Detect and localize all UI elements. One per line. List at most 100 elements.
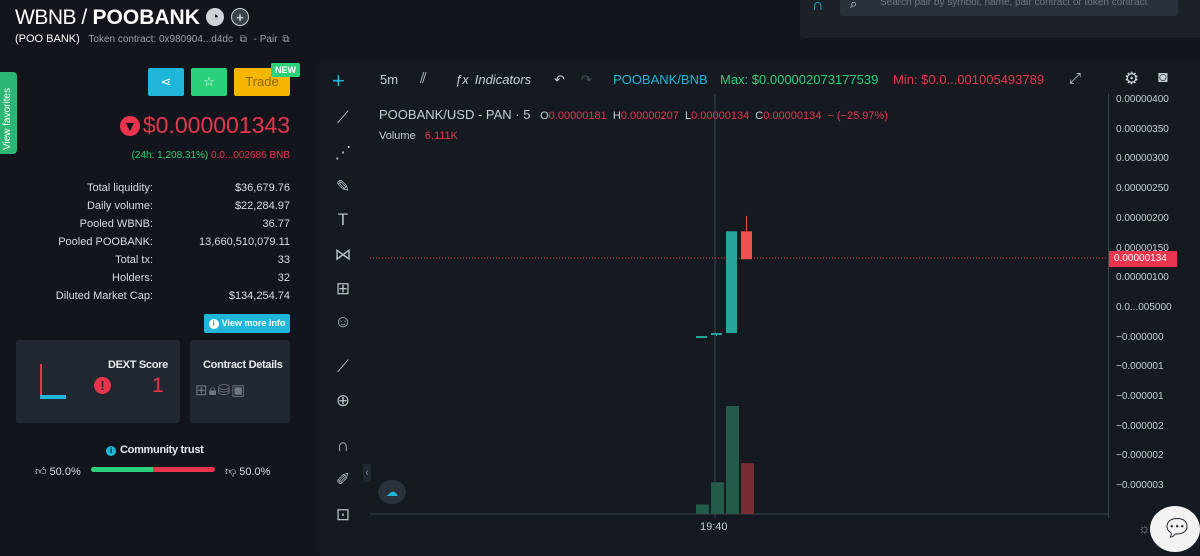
- candles-icon[interactable]: ⫽: [420, 70, 427, 87]
- settings-icon[interactable]: ⚙: [1124, 69, 1139, 89]
- change-percent: (24h: 1,208.31%): [131, 150, 209, 161]
- stat-row: Daily volume: $22,284.97: [0, 200, 305, 218]
- fib-tool-icon[interactable]: ⋰: [330, 140, 356, 166]
- current-price-tag: 0.00000134: [1109, 251, 1177, 267]
- view-favorites-tab[interactable]: View favorites: [0, 72, 17, 154]
- thumbs-down-icon: 👎︎: [225, 466, 237, 478]
- quote-symbol: WBNB /: [15, 6, 87, 29]
- stat-value: 32: [277, 272, 290, 284]
- stat-value: 33: [277, 254, 290, 266]
- y-axis-line: [1108, 94, 1109, 518]
- candle-body: [696, 336, 707, 339]
- lock-drawing-icon[interactable]: ✐: [330, 467, 356, 493]
- interval-button[interactable]: 5m: [380, 72, 398, 87]
- min-price-label: Min: $0.0...001005493789: [893, 72, 1045, 87]
- share-button[interactable]: ⋖: [148, 68, 184, 96]
- y-axis-tick: −0.000003: [1116, 480, 1164, 492]
- stat-row: Total liquidity: $36,679.76: [0, 182, 305, 200]
- token-contract: Token contract: 0x980904...d4dc: [88, 34, 233, 45]
- down-arrow-icon: ▼: [119, 116, 140, 136]
- warning-icon: !: [94, 377, 111, 394]
- contract-details-title: Contract Details: [203, 359, 283, 371]
- stat-row: Holders: 32: [0, 272, 305, 290]
- candle-body: [726, 231, 737, 334]
- time-axis-label: 19:40: [700, 521, 728, 533]
- view-more-info-button[interactable]: i View more info: [204, 314, 290, 333]
- fullscreen-icon[interactable]: ⤢: [1069, 70, 1081, 87]
- trust-bar: [91, 467, 215, 472]
- pattern-icon[interactable]: ⋈: [330, 242, 356, 268]
- indicators-label: Indicators: [474, 72, 532, 87]
- brush-icon[interactable]: ✎: [330, 174, 356, 200]
- dext-score-card[interactable]: DEXT Score ! 1: [16, 340, 180, 423]
- undo-icon[interactable]: ↶: [554, 72, 565, 88]
- y-axis-tick: −0.000001: [1116, 361, 1164, 373]
- camera-icon[interactable]: ◙: [1158, 69, 1168, 87]
- redo-icon[interactable]: ↷: [581, 72, 592, 88]
- logo-icon: ∩: [812, 0, 824, 14]
- favorite-button[interactable]: ☆: [191, 68, 227, 96]
- copy-pair-icon[interactable]: ⧉: [282, 34, 289, 45]
- magnet-icon[interactable]: ∩: [330, 433, 356, 459]
- unlock-icon[interactable]: ⊡: [330, 502, 356, 528]
- stat-row: Total tx: 33: [0, 254, 305, 272]
- view-favorites-label: View favorites: [2, 87, 13, 150]
- candle-body: [741, 231, 752, 260]
- search-input[interactable]: ⌕ Search pair by symbol, name, pair cont…: [840, 0, 1178, 16]
- trend-line-icon[interactable]: ⟋: [330, 105, 356, 131]
- volume-bar: [726, 406, 739, 514]
- y-axis-tick: −0.000002: [1116, 450, 1164, 462]
- y-axis-tick: −0.000002: [1116, 420, 1164, 432]
- ruler-icon[interactable]: ⟋: [330, 354, 356, 380]
- stats-list: Total liquidity: $36,679.76 Daily volume: $…: [0, 182, 305, 308]
- coins-icon: ⛁: [217, 382, 232, 399]
- volume-bar: [711, 482, 724, 514]
- price-plot[interactable]: [370, 94, 1108, 518]
- share-icon: ⋖: [160, 74, 172, 89]
- y-axis-tick: 0.00000300: [1116, 153, 1169, 165]
- stat-label: Pooled POOBANK:: [58, 236, 153, 248]
- volume-bar: [696, 504, 709, 514]
- plus-square-icon: ⊞: [195, 382, 209, 399]
- price-display: ▼ $0.000001343: [119, 112, 290, 139]
- stat-row: Diluted Market Cap: $134,254.74: [0, 290, 305, 308]
- contract-details-card[interactable]: Contract Details ⊞🔒︎⛁▣: [190, 340, 290, 423]
- lock-icon: 🔒︎: [208, 382, 218, 399]
- pair-header: WBNB / POOBANK ◔ + (POO BANK) Token cont…: [0, 0, 1200, 62]
- zoom-in-icon[interactable]: ⊕: [330, 388, 356, 414]
- pair-symbol-label: POOBANK/BNB: [613, 72, 708, 87]
- emoji-icon[interactable]: ☺: [330, 309, 356, 335]
- thumbs-up-icon: 👍︎: [35, 466, 47, 478]
- candle-body: [711, 333, 722, 336]
- trust-up[interactable]: 👍︎ 50.0%: [35, 465, 81, 478]
- y-axis-tick: 0.00000200: [1116, 212, 1169, 224]
- add-icon[interactable]: +: [231, 8, 249, 26]
- max-price-label: Max: $0.000002073177539: [720, 72, 879, 87]
- copy-icon[interactable]: ⧉: [240, 34, 247, 45]
- y-axis-tick: 0.00000250: [1116, 183, 1169, 195]
- community-trust-label: Community trust: [120, 444, 204, 456]
- star-icon: ☆: [203, 74, 215, 89]
- axis-settings-icon[interactable]: ☼: [1138, 520, 1151, 536]
- pair-label: - Pair: [253, 34, 278, 45]
- score-gauge-base: [40, 395, 66, 399]
- trust-down[interactable]: 👎︎ 50.0%: [225, 465, 270, 478]
- dext-score-value: 1: [152, 374, 164, 397]
- search-icon: ⌕: [850, 0, 858, 11]
- chat-icon: 💬︎: [1162, 515, 1193, 542]
- text-tool-icon[interactable]: T: [330, 207, 356, 233]
- stat-value: $36,679.76: [234, 182, 290, 194]
- change-bnb: 0.0...002686 BNB: [211, 150, 290, 161]
- chat-bubble-icon[interactable]: 💬︎: [1150, 506, 1200, 552]
- chart-stats-icon[interactable]: ◔: [206, 8, 224, 26]
- measure-icon[interactable]: ⊞: [330, 276, 356, 302]
- y-axis-tick: 0.0...005000: [1116, 301, 1172, 313]
- indicators-button[interactable]: ƒx Indicators: [455, 72, 531, 87]
- tradingview-logo-icon[interactable]: ☁: [378, 480, 406, 504]
- new-badge: NEW: [271, 63, 300, 77]
- crosshair-icon[interactable]: +: [332, 70, 345, 92]
- community-trust-title: i Community trust: [106, 444, 204, 456]
- y-axis-tick: 0.00000350: [1116, 123, 1169, 135]
- fx-icon: ƒx: [455, 72, 469, 87]
- contract-icons: ⊞🔒︎⛁▣: [195, 381, 246, 399]
